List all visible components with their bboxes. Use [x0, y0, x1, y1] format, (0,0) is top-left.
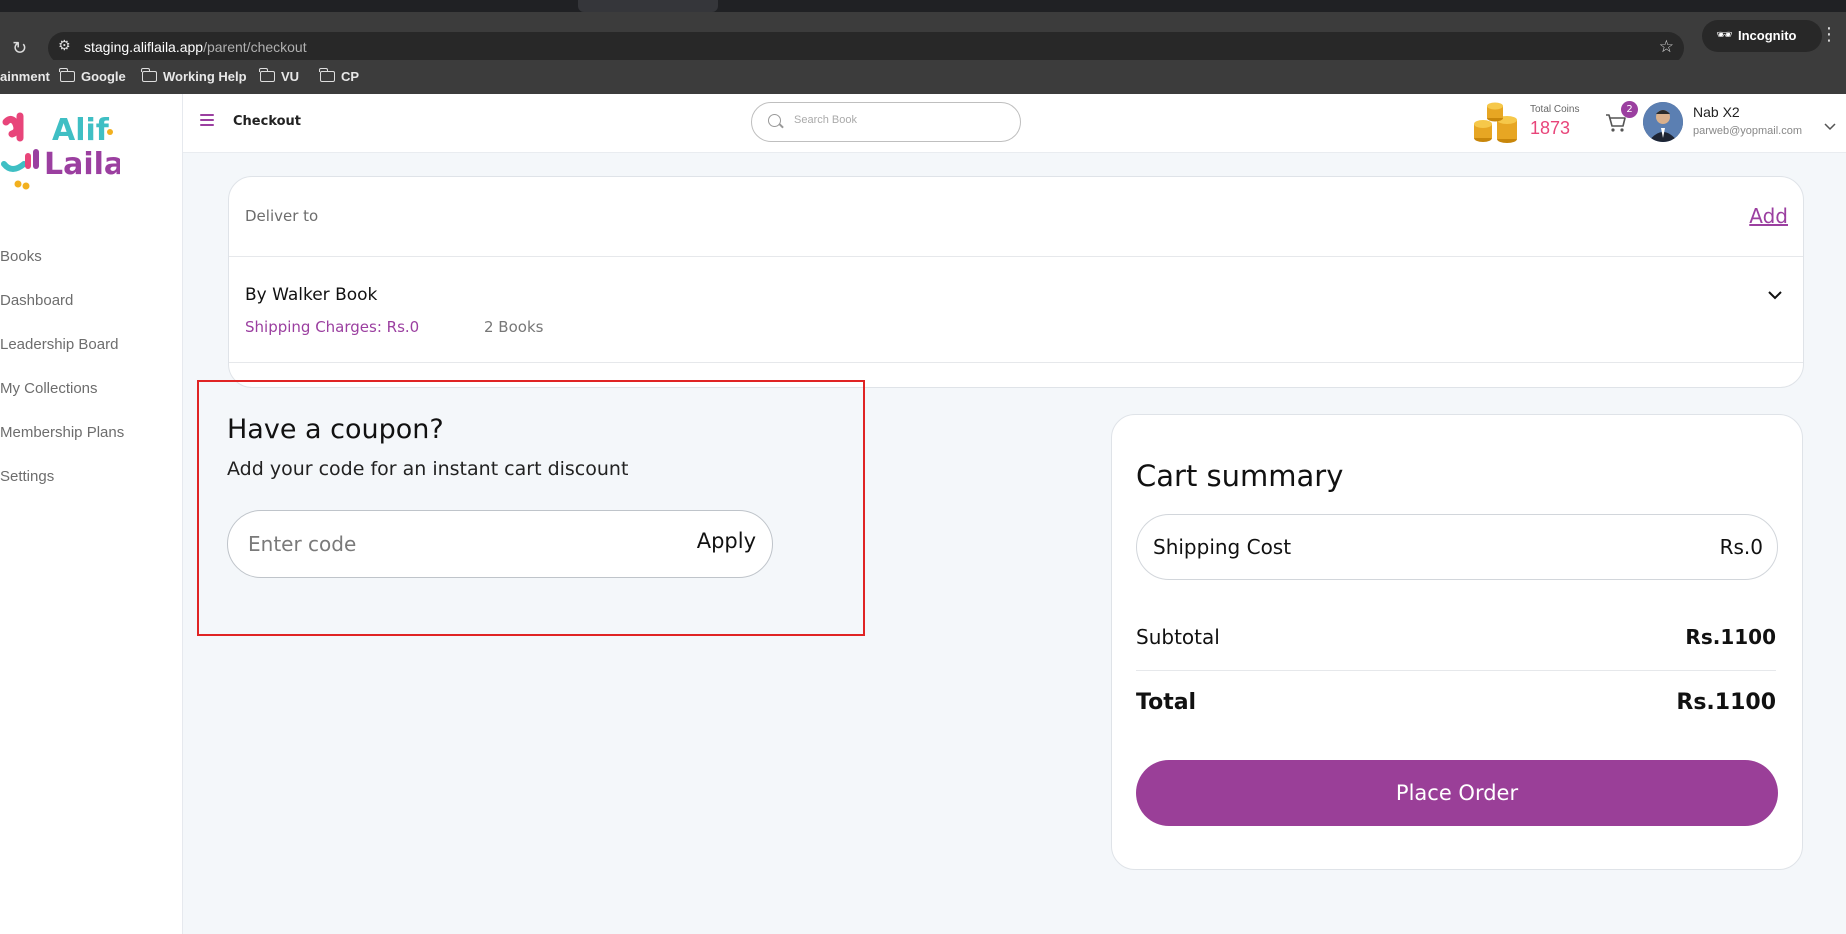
sidebar-item-membership-plans[interactable]: Membership Plans	[0, 424, 124, 441]
coupon-title: Have a coupon?	[227, 414, 444, 445]
browser-toolbar: ↻ ⚙ staging.aliflaila.app/parent/checkou…	[0, 12, 1846, 64]
page-title: Checkout	[233, 114, 302, 129]
avatar[interactable]	[1643, 102, 1683, 142]
app: Alif Laila Books Dashboard Leadership Bo…	[0, 94, 1846, 934]
books-count: 2 Books	[484, 318, 544, 336]
incognito-badge[interactable]: 🕶 Incognito	[1702, 20, 1822, 52]
search-input[interactable]	[792, 113, 996, 127]
url-text: staging.aliflaila.app/parent/checkout	[84, 39, 307, 55]
apply-coupon-button[interactable]: Apply	[697, 529, 756, 553]
sidebar-item-books[interactable]: Books	[0, 248, 42, 265]
divider	[229, 362, 1803, 363]
incognito-icon: 🕶	[1716, 27, 1733, 42]
reload-icon[interactable]: ↻	[12, 38, 27, 59]
incognito-label: Incognito	[1738, 28, 1797, 43]
browser-menu-icon[interactable]: ⋮	[1820, 24, 1838, 45]
add-address-link[interactable]: Add	[1749, 204, 1788, 228]
delivery-card: Deliver to Add By Walker Book Shipping C…	[228, 176, 1804, 388]
folder-icon	[59, 68, 75, 82]
bookmark-entertainment[interactable]: ainment	[0, 69, 50, 84]
active-tab[interactable]	[578, 0, 718, 12]
subtotal-label: Subtotal	[1136, 625, 1220, 649]
menu-icon[interactable]	[200, 114, 214, 129]
bookmark-label: VU	[281, 69, 300, 84]
cart-summary-title: Cart summary	[1136, 459, 1344, 493]
subtotal-value: Rs.1100	[1685, 625, 1776, 649]
bookmark-label: ainment	[0, 69, 50, 84]
url-host: staging.aliflaila.app	[84, 39, 204, 55]
shipping-cost-label: Shipping Cost	[1153, 535, 1292, 559]
browser-tab-strip	[0, 0, 1846, 12]
svg-text:Alif: Alif	[52, 113, 110, 148]
bookmark-cp[interactable]: CP	[319, 68, 360, 84]
total-coins-label: Total Coins	[1530, 104, 1580, 115]
bookmark-google[interactable]: Google	[59, 68, 126, 84]
alif-laila-logo[interactable]: Alif Laila	[0, 104, 124, 192]
coupon-subtitle: Add your code for an instant cart discou…	[227, 458, 629, 480]
svg-text:Laila: Laila	[44, 147, 120, 182]
coins-icon	[1473, 102, 1521, 144]
divider	[1136, 670, 1776, 671]
search-icon	[768, 114, 781, 127]
chevron-down-icon[interactable]	[1824, 116, 1836, 131]
user-email: parweb@yopmail.com	[1693, 125, 1802, 137]
app-header: Checkout Total Coins 1873	[183, 94, 1846, 153]
total-label: Total	[1136, 690, 1197, 715]
bookmark-vu[interactable]: VU	[259, 68, 300, 84]
bookmark-label: Working Help	[163, 69, 247, 84]
sidebar: Alif Laila Books Dashboard Leadership Bo…	[0, 94, 183, 934]
shipping-charges: Shipping Charges: Rs.0	[245, 318, 420, 336]
bookmark-label: CP	[341, 69, 360, 84]
chevron-down-icon[interactable]	[1767, 287, 1783, 303]
folder-icon	[319, 68, 335, 82]
total-coins-value: 1873	[1530, 118, 1571, 138]
bookmark-label: Google	[81, 69, 126, 84]
shipping-cost-value: Rs.0	[1719, 535, 1763, 559]
coupon-field: Apply	[227, 510, 773, 578]
url-path: /parent/checkout	[203, 39, 307, 55]
bookmark-working-help[interactable]: Working Help	[141, 68, 247, 84]
coupon-code-input[interactable]	[246, 531, 630, 557]
site-info-icon[interactable]: ⚙	[58, 38, 71, 54]
checkout-content: Deliver to Add By Walker Book Shipping C…	[183, 152, 1846, 934]
divider	[229, 256, 1803, 257]
sidebar-item-settings[interactable]: Settings	[0, 468, 54, 485]
bookmark-star-icon[interactable]: ☆	[1659, 37, 1674, 57]
sidebar-item-leadership-board[interactable]: Leadership Board	[0, 336, 118, 353]
sidebar-item-dashboard[interactable]: Dashboard	[0, 292, 73, 309]
cart-count-badge: 2	[1621, 101, 1638, 118]
user-name: Nab X2	[1693, 104, 1740, 120]
shipping-cost-row: Shipping Cost Rs.0	[1136, 514, 1778, 580]
total-value: Rs.1100	[1676, 690, 1776, 715]
vendor-name: By Walker Book	[245, 285, 378, 305]
cart-summary-card: Cart summary Shipping Cost Rs.0 Subtotal…	[1111, 414, 1803, 870]
place-order-button[interactable]: Place Order	[1136, 760, 1778, 826]
sidebar-item-my-collections[interactable]: My Collections	[0, 380, 98, 397]
deliver-to-label: Deliver to	[245, 207, 319, 225]
folder-icon	[141, 68, 157, 82]
folder-icon	[259, 68, 275, 82]
search-box[interactable]	[751, 102, 1021, 142]
bookmarks-bar: ainment Google Working Help VU CP	[0, 60, 1846, 95]
